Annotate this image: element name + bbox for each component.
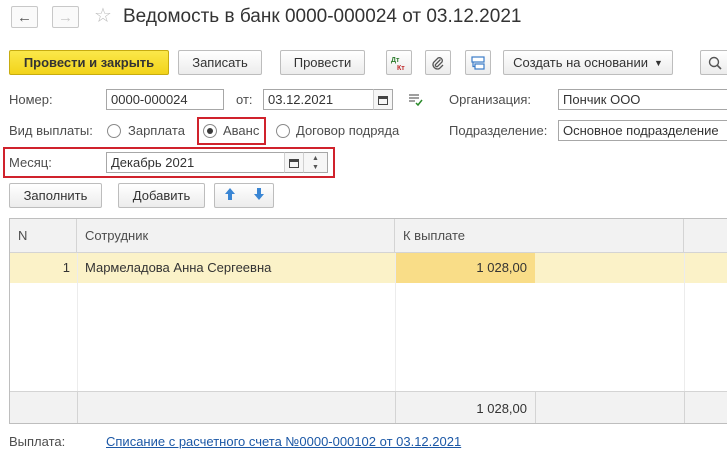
dropdown-arrow-icon: ▼: [653, 57, 663, 68]
spin-down-icon[interactable]: ▼: [312, 163, 319, 172]
table-row[interactable]: 1 Мармеладова Анна Сергеевна 1 028,00: [10, 253, 727, 283]
row-employee: Мармеладова Анна Сергеевна: [85, 260, 272, 275]
structure-button[interactable]: [465, 50, 491, 75]
number-label: Номер:: [9, 92, 53, 107]
employees-table[interactable]: N Сотрудник К выплате 1 Мармеладова Анна…: [9, 218, 727, 424]
column-divider: [395, 253, 396, 391]
dt-kt-button[interactable]: Дт Кт: [386, 50, 412, 75]
post-button[interactable]: Провести: [280, 50, 365, 75]
column-header-empty: [684, 219, 727, 253]
calendar-icon: [378, 95, 388, 105]
organization-field[interactable]: Пончик ООО: [558, 89, 727, 110]
month-field[interactable]: Декабрь 2021: [106, 152, 286, 173]
attach-button[interactable]: [425, 50, 451, 75]
row-number: 1: [62, 260, 70, 275]
search-button[interactable]: [700, 50, 727, 75]
column-divider: [684, 253, 685, 391]
spin-up-icon[interactable]: ▲: [312, 154, 319, 163]
date-label: от:: [236, 92, 253, 107]
row-amount[interactable]: 1 028,00: [395, 253, 535, 283]
month-spinner[interactable]: ▲ ▼: [303, 152, 328, 173]
radio-contract[interactable]: [276, 124, 290, 138]
create-based-on-label: Создать на основании: [513, 55, 648, 70]
fill-button[interactable]: Заполнить: [9, 183, 102, 208]
page-title: Ведомость в банк 0000-000024 от 03.12.20…: [123, 6, 522, 27]
organization-label: Организация:: [449, 92, 532, 107]
history-icon[interactable]: [406, 90, 424, 111]
move-down-icon[interactable]: [252, 187, 266, 204]
column-divider: [77, 253, 78, 391]
date-calendar-button[interactable]: [373, 89, 393, 110]
advance-highlight: [197, 117, 266, 145]
arrow-left-icon: ←: [17, 8, 32, 26]
table-footer: 1 028,00: [10, 391, 727, 423]
dt-kt-icon: Дт Кт: [391, 57, 405, 72]
month-label: Месяц:: [9, 155, 52, 170]
calendar-icon: [289, 158, 299, 168]
payment-document-link[interactable]: Списание с расчетного счета №0000-000102…: [106, 434, 461, 449]
payment-label: Выплата:: [9, 434, 66, 449]
move-up-icon[interactable]: [223, 187, 237, 204]
column-header-amount[interactable]: К выплате: [395, 219, 684, 253]
column-header-n[interactable]: N: [10, 219, 77, 253]
number-field[interactable]: 0000-000024: [106, 89, 224, 110]
arrow-right-icon: →: [58, 8, 73, 26]
svg-text:Дт: Дт: [391, 57, 400, 64]
column-header-employee[interactable]: Сотрудник: [77, 219, 395, 253]
forward-button[interactable]: →: [52, 6, 79, 28]
paperclip-icon: [432, 56, 444, 70]
date-field[interactable]: 03.12.2021: [263, 89, 375, 110]
division-field[interactable]: Основное подразделение: [558, 120, 727, 141]
payment-type-label: Вид выплаты:: [9, 123, 93, 138]
create-based-on-button[interactable]: Создать на основании ▼: [503, 50, 673, 75]
radio-salary[interactable]: [107, 124, 121, 138]
search-icon: [708, 56, 722, 70]
save-button[interactable]: Записать: [178, 50, 262, 75]
structure-icon: [471, 55, 485, 70]
post-and-close-button[interactable]: Провести и закрыть: [9, 50, 169, 75]
svg-text:Кт: Кт: [397, 65, 405, 72]
radio-salary-label[interactable]: Зарплата: [128, 122, 185, 140]
radio-contract-label[interactable]: Договор подряда: [296, 122, 399, 140]
move-buttons: [214, 183, 274, 208]
add-button[interactable]: Добавить: [118, 183, 205, 208]
favorite-star-icon[interactable]: ☆: [94, 4, 112, 28]
month-calendar-button[interactable]: [284, 152, 304, 173]
division-label: Подразделение:: [449, 123, 548, 138]
back-button[interactable]: ←: [11, 6, 38, 28]
footer-total: 1 028,00: [476, 401, 527, 416]
